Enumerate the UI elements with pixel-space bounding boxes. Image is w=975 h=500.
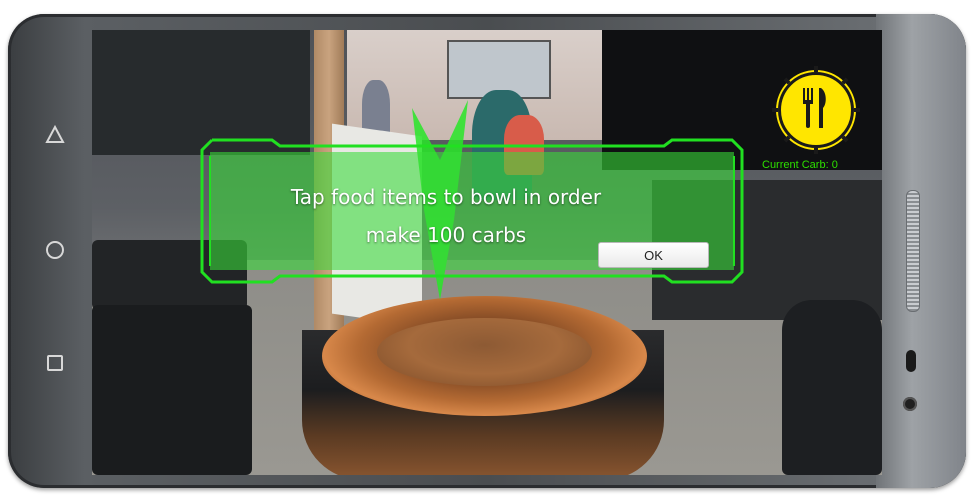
back-triangle-icon[interactable] [44,124,66,146]
instruction-dialog: Tap food items to bowl in order make 100… [200,138,744,284]
speaker-grille [906,190,920,312]
proximity-sensor [906,350,916,372]
phone-right-edge [876,14,966,488]
background-backpack [782,300,882,475]
dialog-message-line-1: Tap food items to bowl in order [290,185,602,209]
current-carb-label: Current Carb: 0 [762,159,838,171]
plate-tick [772,108,778,112]
front-camera [903,397,917,411]
plate-tick [854,108,860,112]
plate-tick [814,66,818,72]
plate-tick [814,148,818,154]
home-circle-icon[interactable] [44,239,66,261]
fork-knife-icon [803,88,826,128]
ok-button[interactable]: OK [598,242,709,268]
background-chalkboard [92,30,310,155]
recent-square-icon[interactable] [44,352,66,374]
background-case [92,305,252,475]
bowl-inner[interactable] [377,318,592,386]
